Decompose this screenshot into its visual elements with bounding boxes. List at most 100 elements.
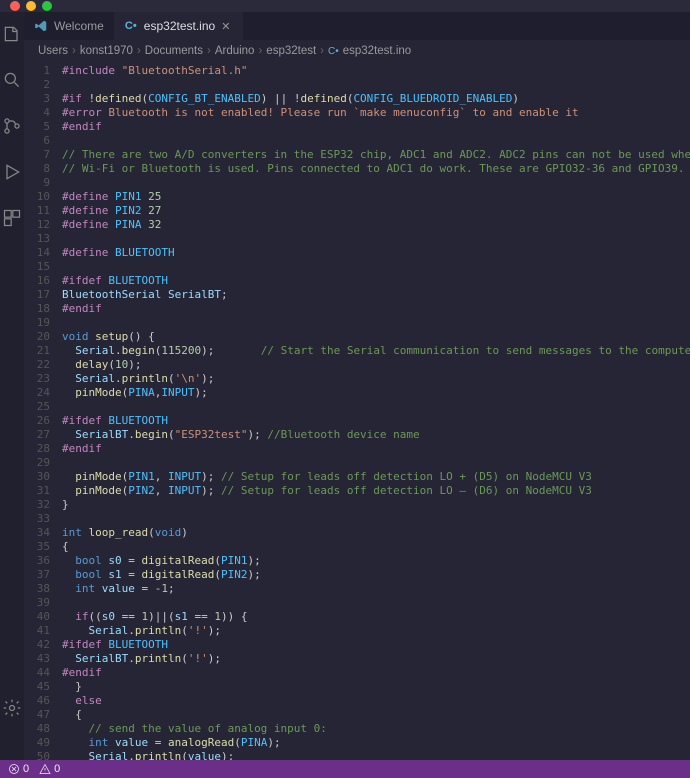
breadcrumb-item[interactable]: esp32test [266,45,316,57]
code-line[interactable]: SerialBT.println('!'); [62,652,690,666]
source-control-icon[interactable] [0,114,24,138]
code-line[interactable]: pinMode(PIN1, INPUT); // Setup for leads… [62,470,690,484]
breadcrumb-item[interactable]: C•esp32test.ino [328,45,411,57]
code-line[interactable]: { [62,708,690,722]
code-line[interactable]: #endif [62,120,690,134]
window-titlebar [0,0,690,12]
line-number: 37 [24,568,50,582]
code-line[interactable] [62,176,690,190]
code-line[interactable]: #define PIN2 27 [62,204,690,218]
code-line[interactable]: else [62,694,690,708]
tab-esp32test[interactable]: C• esp32test.ino ✕ [114,12,243,40]
tab-welcome[interactable]: Welcome [24,12,114,40]
window-close-button[interactable] [10,1,20,11]
code-line[interactable]: } [62,498,690,512]
settings-gear-icon[interactable] [0,696,24,720]
line-number: 36 [24,554,50,568]
code-line[interactable]: bool s0 = digitalRead(PIN1); [62,554,690,568]
breadcrumb[interactable]: Users›konst1970›Documents›Arduino›esp32t… [24,40,690,62]
code-line[interactable]: Serial.begin(115200); // Start the Seria… [62,344,690,358]
close-icon[interactable]: ✕ [221,20,233,32]
tab-label: esp32test.ino [144,19,215,33]
window-maximize-button[interactable] [42,1,52,11]
code-line[interactable]: #endif [62,666,690,680]
code-line[interactable]: #ifdef BLUETOOTH [62,414,690,428]
extensions-icon[interactable] [0,206,24,230]
status-warnings[interactable]: 0 [39,763,60,775]
line-number: 6 [24,134,50,148]
code-line[interactable]: bool s1 = digitalRead(PIN2); [62,568,690,582]
code-line[interactable]: SerialBT.begin("ESP32test"); //Bluetooth… [62,428,690,442]
line-number: 47 [24,708,50,722]
code-line[interactable]: delay(10); [62,358,690,372]
code-line[interactable] [62,512,690,526]
code-line[interactable]: #error Bluetooth is not enabled! Please … [62,106,690,120]
code-line[interactable]: BluetoothSerial SerialBT; [62,288,690,302]
code-line[interactable] [62,134,690,148]
code-line[interactable]: #if !defined(CONFIG_BT_ENABLED) || !defi… [62,92,690,106]
explorer-icon[interactable] [0,22,24,46]
chevron-right-icon: › [72,45,76,57]
code-line[interactable] [62,78,690,92]
code-line[interactable]: if((s0 == 1)||(s1 == 1)) { [62,610,690,624]
code-content[interactable]: #include "BluetoothSerial.h" #if !define… [62,62,690,760]
line-number: 27 [24,428,50,442]
line-number: 38 [24,582,50,596]
code-line[interactable]: { [62,540,690,554]
code-line[interactable]: pinMode(PIN2, INPUT); // Setup for leads… [62,484,690,498]
code-line[interactable] [62,232,690,246]
code-line[interactable]: int value = analogRead(PINA); [62,736,690,750]
window-minimize-button[interactable] [26,1,36,11]
breadcrumb-item[interactable]: Documents [145,45,203,57]
line-number: 35 [24,540,50,554]
line-number: 44 [24,666,50,680]
code-line[interactable]: #ifdef BLUETOOTH [62,274,690,288]
code-line[interactable]: // There are two A/D converters in the E… [62,148,690,162]
line-number: 34 [24,526,50,540]
chevron-right-icon: › [207,45,211,57]
code-line[interactable] [62,316,690,330]
code-line[interactable]: #define PINA 32 [62,218,690,232]
code-line[interactable]: void setup() { [62,330,690,344]
code-line[interactable]: int loop_read(void) [62,526,690,540]
code-line[interactable]: int value = -1; [62,582,690,596]
line-number: 33 [24,512,50,526]
search-icon[interactable] [0,68,24,92]
line-number: 16 [24,274,50,288]
code-line[interactable]: #endif [62,302,690,316]
line-number: 5 [24,120,50,134]
breadcrumb-item[interactable]: konst1970 [80,45,133,57]
code-line[interactable] [62,456,690,470]
code-editor[interactable]: 1234567891011121314151617181920212223242… [24,62,690,760]
code-line[interactable]: #define PIN1 25 [62,190,690,204]
breadcrumb-item[interactable]: Arduino [215,45,255,57]
code-line[interactable]: #ifdef BLUETOOTH [62,638,690,652]
line-number: 31 [24,484,50,498]
error-count: 0 [23,763,29,775]
line-number: 18 [24,302,50,316]
code-line[interactable]: Serial.println(value); [62,750,690,760]
code-line[interactable] [62,400,690,414]
line-number: 43 [24,652,50,666]
code-line[interactable]: Serial.println('\n'); [62,372,690,386]
code-line[interactable]: #endif [62,442,690,456]
line-number: 11 [24,204,50,218]
line-number: 42 [24,638,50,652]
code-line[interactable]: pinMode(PINA,INPUT); [62,386,690,400]
code-line[interactable]: #define BLUETOOTH [62,246,690,260]
code-line[interactable]: #include "BluetoothSerial.h" [62,64,690,78]
line-number: 50 [24,750,50,760]
status-errors[interactable]: 0 [8,763,29,775]
code-line[interactable]: Serial.println('!'); [62,624,690,638]
run-debug-icon[interactable] [0,160,24,184]
code-line[interactable] [62,260,690,274]
code-line[interactable]: // Wi-Fi or Bluetooth is used. Pins conn… [62,162,690,176]
code-line[interactable]: // send the value of analog input 0: [62,722,690,736]
code-line[interactable] [62,596,690,610]
code-line[interactable]: } [62,680,690,694]
line-number: 32 [24,498,50,512]
vscode-icon [34,19,48,33]
breadcrumb-item[interactable]: Users [38,45,68,57]
line-number: 29 [24,456,50,470]
line-number: 13 [24,232,50,246]
